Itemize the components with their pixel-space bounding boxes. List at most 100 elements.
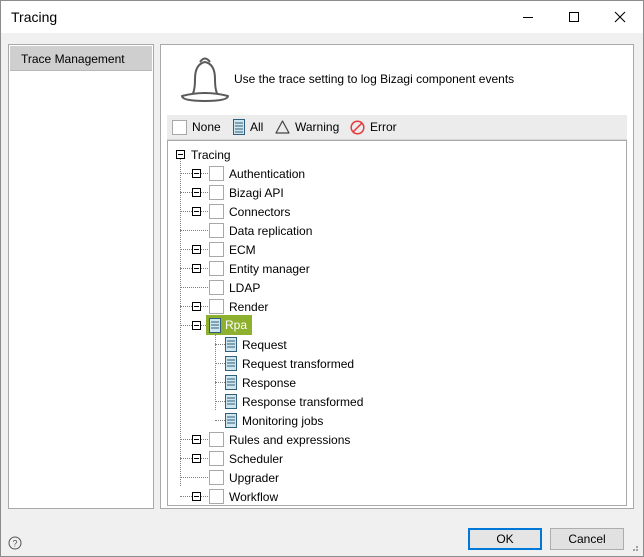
tree-line (215, 344, 225, 345)
ok-button[interactable]: OK (468, 528, 542, 550)
expand-icon[interactable] (192, 245, 201, 254)
filter-warning-button[interactable]: Warning (275, 118, 339, 136)
window-title: Tracing (11, 9, 58, 25)
trace-checkbox[interactable] (209, 223, 224, 238)
trace-tree: Tracing Authentication Bizagi API Connec… (167, 140, 627, 506)
filter-all-button[interactable]: All (233, 118, 263, 136)
expand-icon[interactable] (192, 207, 201, 216)
log-all-icon[interactable] (225, 375, 237, 390)
expand-icon[interactable] (192, 264, 201, 273)
description-text: Use the trace setting to log Bizagi comp… (234, 72, 515, 86)
log-all-icon[interactable] (225, 337, 237, 352)
expand-icon[interactable] (192, 302, 201, 311)
tree-node-bizagi-api[interactable]: Bizagi API (209, 183, 284, 202)
sidebar-item-trace-management[interactable]: Trace Management (10, 46, 152, 71)
log-all-icon[interactable] (225, 413, 237, 428)
tree-node-request[interactable]: Request (225, 335, 287, 354)
tree-line (180, 154, 181, 486)
collapse-icon[interactable] (192, 321, 201, 330)
tree-node-label: Upgrader (229, 470, 280, 485)
tree-node-label: Rules and expressions (229, 432, 351, 447)
trace-checkbox[interactable] (209, 166, 224, 181)
maximize-icon (569, 12, 579, 22)
tree-node-rules-and-expressions[interactable]: Rules and expressions (209, 430, 350, 449)
warning-triangle-icon (275, 120, 290, 134)
title-bar: Tracing (1, 1, 643, 33)
trace-checkbox[interactable] (209, 280, 224, 295)
maximize-button[interactable] (551, 1, 597, 33)
tree-node-connectors[interactable]: Connectors (209, 202, 290, 221)
expand-icon[interactable] (192, 435, 201, 444)
trace-checkbox[interactable] (209, 470, 224, 485)
tree-node-ecm[interactable]: ECM (209, 240, 256, 259)
tree-node-monitoring-jobs[interactable]: Monitoring jobs (225, 411, 323, 430)
tree-node-label: Request transformed (242, 356, 355, 371)
tree-node-scheduler[interactable]: Scheduler (209, 449, 283, 468)
no-entry-icon (350, 119, 365, 135)
tree-node-render[interactable]: Render (209, 297, 268, 316)
expand-icon[interactable] (192, 169, 201, 178)
tree-node-label: Response transformed (242, 394, 364, 409)
trace-checkbox[interactable] (209, 185, 224, 200)
trace-checkbox[interactable] (209, 242, 224, 257)
bell-icon (181, 57, 229, 102)
tree-node-response-transformed[interactable]: Response transformed (225, 392, 363, 411)
log-all-icon[interactable] (225, 394, 237, 409)
tree-node-label: Bizagi API (229, 185, 284, 200)
tree-node-entity-manager[interactable]: Entity manager (209, 259, 310, 278)
tree-node-tracing[interactable]: Tracing (176, 145, 231, 164)
tree-node-label: Rpa (225, 318, 248, 332)
help-icon[interactable]: ? (8, 536, 22, 550)
tree-node-label: Entity manager (229, 261, 310, 276)
expand-icon[interactable] (192, 492, 201, 501)
log-all-icon[interactable] (225, 356, 237, 371)
tree-node-label: Workflow (229, 489, 279, 504)
minimize-button[interactable] (505, 1, 551, 33)
tree-node-label: Data replication (229, 223, 313, 238)
tree-node-response[interactable]: Response (225, 373, 296, 392)
tree-node-authentication[interactable]: Authentication (209, 164, 305, 183)
tree-line (180, 230, 208, 231)
filter-error-button[interactable]: Error (350, 118, 397, 136)
log-all-icon (233, 119, 245, 135)
tree-node-ldap[interactable]: LDAP (209, 278, 260, 297)
tree-node-workflow[interactable]: Workflow (209, 487, 278, 506)
resize-grip-icon[interactable] (629, 542, 639, 552)
sidebar: Trace Management (8, 44, 154, 509)
tree-node-label: Connectors (229, 204, 291, 219)
trace-checkbox[interactable] (209, 299, 224, 314)
tree-node-label: Response (242, 375, 297, 390)
tree-node-upgrader[interactable]: Upgrader (209, 468, 279, 487)
expand-icon[interactable] (192, 188, 201, 197)
tree-node-label: Scheduler (229, 451, 284, 466)
tree-node-label: Render (229, 299, 269, 314)
trace-checkbox[interactable] (209, 451, 224, 466)
expand-icon[interactable] (192, 454, 201, 463)
log-all-icon (209, 317, 221, 333)
tree-node-request-transformed[interactable]: Request transformed (225, 354, 354, 373)
tree-line (215, 326, 216, 410)
tree-node-label: Request (242, 337, 287, 352)
tree-node-data-replication[interactable]: Data replication (209, 221, 312, 240)
filter-all-label: All (250, 120, 264, 134)
sidebar-item-label: Trace Management (21, 52, 125, 66)
collapse-icon[interactable] (176, 150, 185, 159)
trace-checkbox[interactable] (209, 432, 224, 447)
filter-warning-label: Warning (295, 120, 340, 134)
cancel-button[interactable]: Cancel (550, 528, 624, 550)
trace-checkbox[interactable] (209, 204, 224, 219)
tree-line (180, 287, 208, 288)
close-button[interactable] (597, 1, 643, 33)
tree-node-rpa[interactable]: Rpa (206, 315, 253, 335)
filter-none-button[interactable]: None (172, 118, 221, 136)
empty-box-icon (172, 119, 187, 135)
filter-toolbar: None All Warning Error (167, 115, 627, 140)
tree-node-label: Tracing (191, 147, 231, 162)
trace-checkbox[interactable] (209, 489, 224, 504)
tree-line (215, 382, 225, 383)
trace-settings-panel: Use the trace setting to log Bizagi comp… (160, 44, 634, 509)
trace-checkbox[interactable] (209, 261, 224, 276)
tree-node-label: Authentication (229, 166, 306, 181)
minimize-icon (523, 17, 533, 18)
tracing-dialog: Tracing Trace Management Use the trace s… (0, 0, 644, 557)
